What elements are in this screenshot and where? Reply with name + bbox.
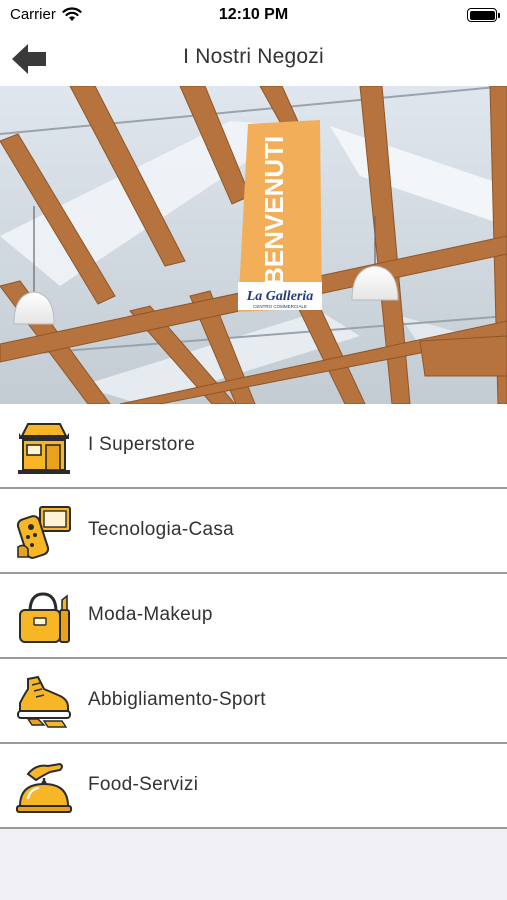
list-item-food-servizi[interactable]: Food-Servizi [0,744,507,829]
sneaker-icon [17,675,71,728]
battery-icon [467,8,500,22]
list-item-label: Tecnologia-Casa [88,519,235,540]
status-bar: Carrier 12:10 PM [0,0,507,32]
page-title: I Nostri Negozi [183,45,324,68]
hero-image: BENVENUTI La Galleria CENTRO COMMERCIALE [0,86,507,404]
list-item-label: I Superstore [88,434,196,455]
remote-control-icon [16,506,71,559]
banner-sub: CENTRO COMMERCIALE [253,304,307,309]
list-item-tecnologia-casa[interactable]: Tecnologia-Casa [0,489,507,574]
navigation-bar: I Nostri Negozi [0,32,507,86]
list-item-abbigliamento-sport[interactable]: Abbigliamento-Sport [0,659,507,744]
category-list: I Superstore Tecnologia-Casa Moda-Makeup [0,404,507,829]
list-item-moda-makeup[interactable]: Moda-Makeup [0,574,507,659]
list-item-label: Abbigliamento-Sport [88,689,266,710]
serving-cloche-icon [16,762,72,813]
banner-text: BENVENUTI [259,136,289,286]
hero-illustration: BENVENUTI La Galleria CENTRO COMMERCIALE [0,86,507,404]
list-item-superstore[interactable]: I Superstore [0,404,507,489]
status-time: 12:10 PM [218,6,289,23]
list-item-label: Food-Servizi [88,774,199,795]
storefront-icon [18,423,70,474]
banner-logo: La Galleria [246,289,314,304]
list-item-label: Moda-Makeup [88,604,213,625]
handbag-icon [19,592,70,643]
